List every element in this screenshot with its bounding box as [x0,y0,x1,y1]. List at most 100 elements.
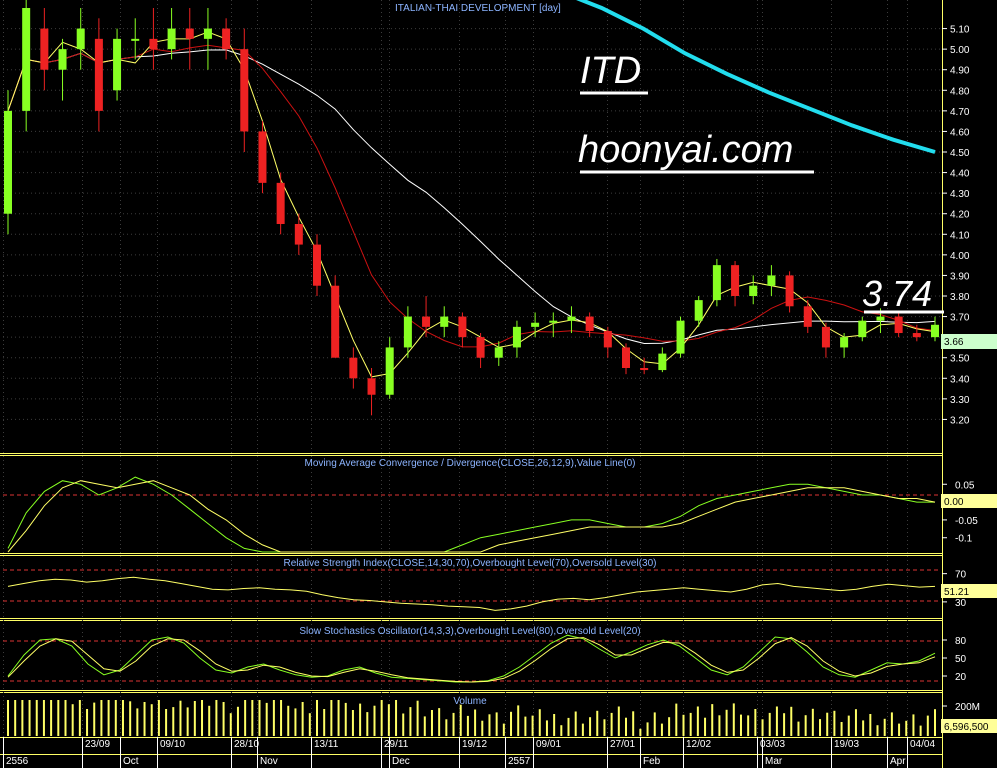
rsi-tick-label-2: 30 [955,598,967,609]
candle-body-5 [94,38,103,111]
candle-body-26 [476,337,485,358]
candle-body-49 [894,316,903,334]
price-tick-label-9: 4.20 [950,210,970,221]
rsi-value: 51.21 [944,587,969,598]
candle-body-18 [331,285,340,358]
volume-title: Volume [453,696,487,707]
last-price-value: 3.66 [944,337,964,348]
candle-body-4 [76,28,85,50]
date-tick-label-9: 19/12 [462,739,487,750]
date-tick-label-0: 2556 [6,756,29,767]
candle-body-22 [403,316,412,348]
candle-body-45 [821,326,830,348]
price-tick-label-19: 3.20 [950,415,970,426]
background [0,0,997,768]
macd-tick-label-3: -0.1 [955,534,973,545]
candle-body-21 [385,347,394,395]
price-tick-label-11: 4.00 [950,251,970,262]
candle-body-28 [512,326,521,348]
candle-body-23 [422,316,431,327]
candle-body-11 [203,28,212,39]
candle-body-41 [749,285,758,296]
price-tick-label-10: 4.10 [950,230,970,241]
date-tick-label-8: Dec [392,756,410,767]
candle-body-30 [549,320,558,323]
panel-frames [0,0,997,768]
candle-body-19 [349,357,358,379]
price-tick-label-17: 3.40 [950,374,970,385]
price-tick-label-6: 4.50 [950,148,970,159]
candle-body-33 [603,330,612,348]
price-tick-label-8: 4.30 [950,189,970,200]
date-tick-label-19: 04/04 [910,739,935,750]
candle-body-47 [858,320,867,338]
date-tick-label-14: 12/02 [686,739,711,750]
price-tick-label-14: 3.70 [950,313,970,324]
price-tick-label-0: 5.10 [950,25,970,36]
chart-title: ITALIAN-THAI DEVELOPMENT [day] [395,3,561,14]
macd-tick-label-0: 0.05 [955,480,975,491]
date-tick-label-5: Nov [260,756,278,767]
date-tick-label-18: Apr [890,756,906,767]
price-tick-label-5: 4.60 [950,127,970,138]
candle-body-40 [731,265,740,296]
candle-body-37 [676,320,685,354]
candle-body-14 [258,131,267,183]
stoch-tick-label-2: 20 [955,672,967,683]
rsi-tick-label-0: 70 [955,570,967,581]
price-tick-label-4: 4.70 [950,107,970,118]
candle-body-39 [712,265,721,301]
stoch-title: Slow Stochastics Oscillator(14,3,3),Over… [299,626,640,637]
price-note-label: 3.74 [862,273,932,314]
macd-tick-label-2: -0.05 [955,516,978,527]
price-tick-label-7: 4.40 [950,169,970,180]
stoch-tick-label-1: 50 [955,654,967,665]
candle-body-51 [931,324,939,338]
candle-body-1 [22,8,31,111]
date-tick-label-13: Feb [643,756,661,767]
volume-value: 6,596,500 [944,722,989,733]
last-price-tag: 3.66 [941,334,997,349]
candle-body-8 [149,38,158,50]
candle-body-12 [222,28,231,50]
date-tick-label-4: 28/10 [234,739,259,750]
volume-tick-label-0: 200M [955,702,980,713]
candle-body-43 [785,275,794,307]
macd-value-tag: 0.00 [941,494,997,508]
date-tick-label-2: Oct [123,756,139,767]
date-tick-label-11: 09/01 [536,739,561,750]
price-tick-label-13: 3.80 [950,292,970,303]
candle-body-44 [803,306,812,327]
candle-body-7 [131,38,140,41]
price-tick-label-12: 3.90 [950,271,970,282]
candle-body-48 [876,316,885,321]
date-tick-label-17: 19/03 [834,739,859,750]
date-tick-label-7: 29/11 [384,739,409,750]
rsi-title: Relative Strength Index(CLOSE,14,30,70),… [284,558,657,569]
date-tick-label-15: 03/03 [760,739,785,750]
candle-body-27 [494,347,503,358]
volume-value-tag: 6,596,500 [941,719,997,733]
candle-body-42 [767,275,776,286]
candle-body-29 [531,322,540,327]
candle-body-25 [458,316,467,338]
candle-body-0 [4,110,12,214]
price-tick-label-2: 4.90 [950,66,970,77]
price-tick-label-18: 3.30 [950,395,970,406]
stock-chart-canvas: ITALIAN-THAI DEVELOPMENT [day] ITD hoony… [0,0,997,768]
candle-body-35 [640,368,649,371]
candle-body-13 [240,49,249,132]
date-tick-label-3: 09/10 [160,739,185,750]
candle-body-50 [912,333,921,338]
date-tick-label-1: 23/09 [85,739,110,750]
macd-title: Moving Average Convergence / Divergence(… [305,458,636,469]
price-tick-label-3: 4.80 [950,86,970,97]
candle-body-34 [622,347,630,368]
price-tick-label-1: 5.00 [950,45,970,56]
candle-body-15 [276,182,285,224]
date-tick-label-6: 13/11 [314,739,339,750]
stoch-tick-label-0: 80 [955,636,967,647]
candle-body-17 [313,244,321,286]
candle-body-46 [840,337,849,348]
date-tick-label-10: 2557 [508,756,531,767]
